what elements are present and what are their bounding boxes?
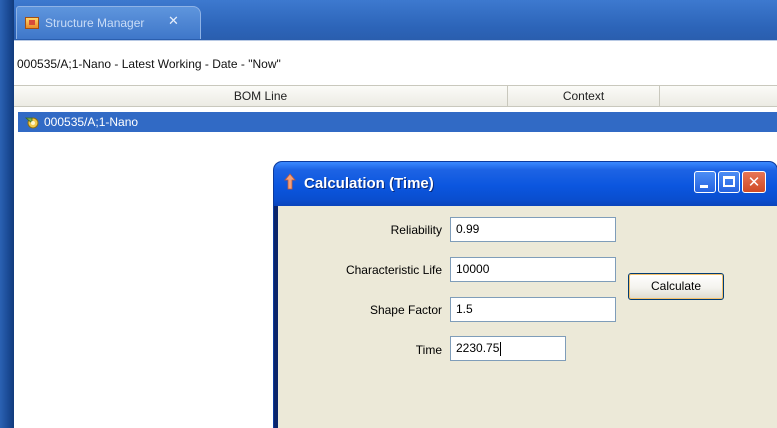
item-revision-icon xyxy=(24,115,39,129)
maximize-button[interactable] xyxy=(718,171,740,193)
tab-title: Structure Manager xyxy=(45,16,145,30)
panel-title: 000535/A;1-Nano - Latest Working - Date … xyxy=(17,57,281,71)
table-header: BOM Line Context xyxy=(14,85,777,107)
structure-manager-icon xyxy=(25,17,39,29)
column-header-context[interactable]: Context xyxy=(508,86,660,106)
dialog-titlebar[interactable]: Calculation (Time) ✕ xyxy=(274,162,777,206)
minimize-icon xyxy=(700,185,708,188)
shape-factor-label: Shape Factor xyxy=(369,303,442,317)
time-label: Time xyxy=(415,343,442,357)
dialog-body: Reliability 0.99 Characteristic Life 100… xyxy=(278,206,777,428)
characteristic-life-field[interactable]: 10000 xyxy=(450,257,616,282)
reliability-field[interactable]: 0.99 xyxy=(450,217,616,242)
tab-structure-manager[interactable]: Structure Manager ✕ xyxy=(16,6,201,39)
calculate-button[interactable]: Calculate xyxy=(628,273,724,300)
characteristic-life-label: Characteristic Life xyxy=(345,263,442,277)
column-header-empty[interactable] xyxy=(660,86,777,106)
calculation-icon xyxy=(282,173,298,191)
tree-item-label: 000535/A;1-Nano xyxy=(44,115,139,129)
tab-close-icon[interactable]: ✕ xyxy=(165,14,182,30)
time-field[interactable]: 2230.75 xyxy=(450,336,566,361)
maximize-icon xyxy=(723,176,735,187)
shape-factor-field[interactable]: 1.5 xyxy=(450,297,616,322)
text-caret xyxy=(500,341,502,356)
minimize-button[interactable] xyxy=(694,171,716,193)
close-button[interactable]: ✕ xyxy=(742,171,766,193)
close-icon: ✕ xyxy=(747,173,761,191)
time-field-value: 2230.75 xyxy=(456,341,500,355)
calculation-dialog: Calculation (Time) ✕ Reliability 0.99 Ch… xyxy=(274,162,777,428)
column-header-bom-line[interactable]: BOM Line xyxy=(14,86,508,106)
reliability-label: Reliability xyxy=(390,223,442,237)
dialog-title: Calculation (Time) xyxy=(304,175,434,192)
table-row[interactable]: 000535/A;1-Nano xyxy=(18,112,777,132)
panel-header: 000535/A;1-Nano - Latest Working - Date … xyxy=(14,41,777,85)
window-frame xyxy=(0,0,14,428)
editor-tab-strip: Structure Manager ✕ xyxy=(14,0,777,41)
